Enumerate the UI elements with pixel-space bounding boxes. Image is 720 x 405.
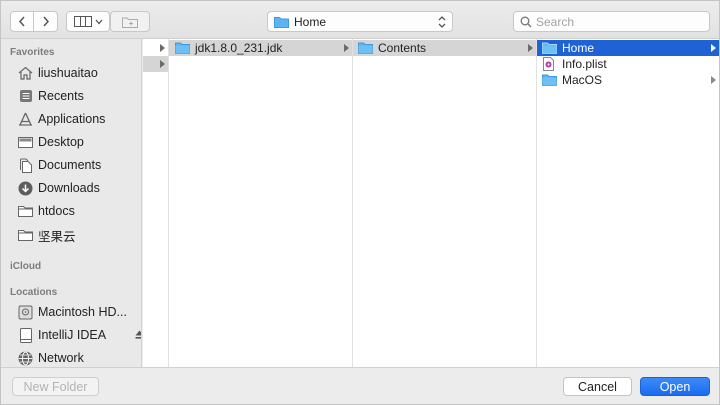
- recents-icon: [17, 88, 34, 105]
- disclosure-arrow-icon: [711, 76, 716, 84]
- list-item-home[interactable]: Home: [537, 40, 719, 56]
- column-2: Contents: [353, 39, 537, 367]
- folder-icon: [17, 227, 34, 244]
- new-folder-button[interactable]: New Folder: [12, 377, 99, 396]
- hard-drive-icon: [17, 304, 34, 321]
- sidebar-item-macintosh-hd[interactable]: Macintosh HD...: [17, 301, 139, 323]
- up-down-chevron-icon: [438, 16, 446, 28]
- view-mode-button[interactable]: [66, 11, 110, 32]
- search-icon: [520, 16, 532, 27]
- downloads-icon: [17, 180, 34, 197]
- icloud-heading: iCloud: [10, 261, 42, 272]
- disk-image-icon: [17, 327, 34, 344]
- cancel-button[interactable]: Cancel: [563, 377, 632, 396]
- applications-icon: [17, 111, 34, 128]
- navigation-group: [10, 11, 59, 32]
- column-0: [143, 39, 169, 367]
- list-item[interactable]: [143, 56, 168, 72]
- disclosure-arrow-icon: [160, 60, 165, 68]
- desktop-icon: [17, 134, 34, 151]
- disclosure-arrow-icon: [528, 44, 533, 52]
- path-popup[interactable]: Home: [267, 11, 453, 32]
- disclosure-arrow-icon: [711, 44, 716, 52]
- chevron-left-icon: [18, 16, 25, 27]
- sidebar-item-desktop[interactable]: Desktop: [17, 131, 139, 153]
- column-1: jdk1.8.0_231.jdk: [169, 39, 353, 367]
- search-field[interactable]: [513, 11, 710, 32]
- open-file-dialog: Home Favorites liushuaitao Recents Appli…: [0, 0, 720, 405]
- folder-icon: [175, 41, 191, 55]
- locations-heading: Locations: [10, 287, 58, 298]
- chevron-down-icon: [95, 19, 102, 24]
- folder-icon: [358, 41, 374, 55]
- dialog-footer: New Folder Cancel Open: [1, 367, 719, 404]
- sidebar-item-htdocs[interactable]: htdocs: [17, 200, 139, 222]
- new-folder-toolbar-button[interactable]: [110, 11, 150, 32]
- folder-icon: [542, 73, 558, 87]
- column-3: Home Info.plist MacOS: [537, 39, 719, 367]
- home-icon: [17, 65, 34, 82]
- list-item-jdk[interactable]: jdk1.8.0_231.jdk: [169, 40, 352, 56]
- eject-icon[interactable]: [135, 330, 142, 339]
- list-item-info-plist[interactable]: Info.plist: [537, 56, 719, 72]
- folder-icon: [274, 16, 289, 28]
- path-popup-label: Home: [294, 14, 327, 29]
- new-folder-icon: [122, 17, 138, 28]
- folder-icon: [17, 203, 34, 220]
- network-icon: [17, 350, 34, 367]
- plist-file-icon: [542, 57, 558, 71]
- sidebar-item-downloads[interactable]: Downloads: [17, 177, 139, 199]
- sidebar-item-network[interactable]: Network: [17, 347, 139, 367]
- search-input[interactable]: [536, 14, 696, 29]
- sidebar-item-applications[interactable]: Applications: [17, 108, 139, 130]
- columns-view-icon: [73, 16, 92, 27]
- sidebar: Favorites liushuaitao Recents Applicatio…: [1, 39, 142, 367]
- list-item-macos[interactable]: MacOS: [537, 72, 719, 88]
- open-button[interactable]: Open: [640, 377, 710, 396]
- sidebar-item-recents[interactable]: Recents: [17, 85, 139, 107]
- disclosure-arrow-icon: [344, 44, 349, 52]
- toolbar: Home: [1, 1, 719, 39]
- sidebar-item-nutstore[interactable]: 坚果云: [17, 224, 139, 246]
- back-button[interactable]: [10, 11, 34, 32]
- list-item[interactable]: [143, 40, 168, 56]
- sidebar-item-intellij-idea[interactable]: IntelliJ IDEA: [17, 324, 142, 346]
- forward-button[interactable]: [34, 11, 58, 32]
- favorites-heading: Favorites: [10, 47, 55, 58]
- column-browser: jdk1.8.0_231.jdk Contents Home Info.plis…: [143, 39, 719, 367]
- folder-icon: [542, 41, 558, 55]
- list-item-contents[interactable]: Contents: [353, 40, 536, 56]
- disclosure-arrow-icon: [160, 44, 165, 52]
- documents-icon: [17, 157, 34, 174]
- sidebar-item-home[interactable]: liushuaitao: [17, 62, 139, 84]
- sidebar-item-documents[interactable]: Documents: [17, 154, 139, 176]
- chevron-right-icon: [42, 16, 49, 27]
